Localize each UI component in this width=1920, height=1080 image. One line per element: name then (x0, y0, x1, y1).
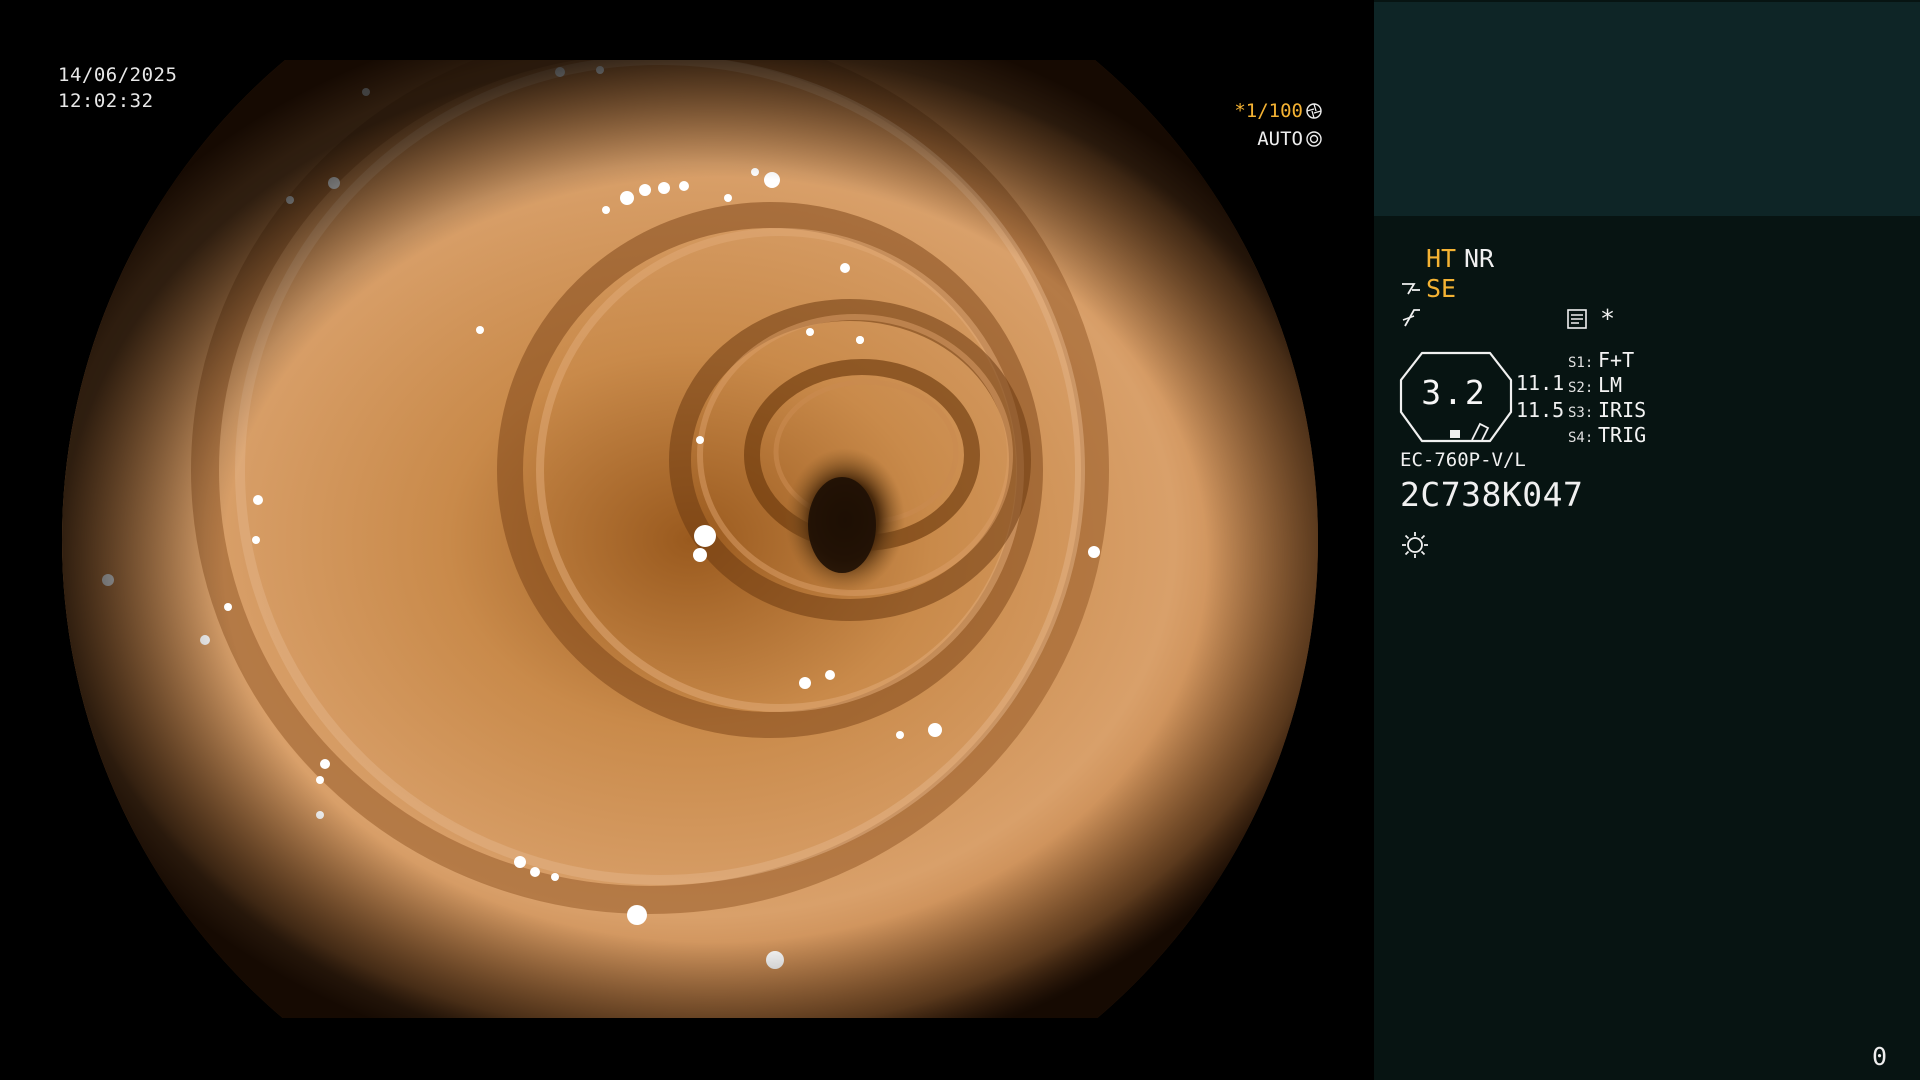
endoscope-image (62, 60, 1318, 1018)
pressure-value-1: 11.1 (1516, 371, 1565, 395)
shutter-readout: *1/100 (1234, 102, 1322, 121)
scope-serial: 2C738K047 (1400, 475, 1584, 514)
switch-slot-3: S3: IRIS (1568, 400, 1646, 420)
exposure-value: AUTO (1257, 128, 1303, 150)
scope-model: EC-760P-V/L (1400, 449, 1526, 471)
image-counter: 0 (1872, 1042, 1888, 1071)
zoom-value: 3.2 (1421, 373, 1487, 412)
endoscope-view: 14/06/2025 12:02:32 *1/100 AUTO (0, 0, 1374, 1080)
air-water-icon (1402, 283, 1420, 295)
time-readout: 12:02:32 (58, 90, 154, 112)
slot-key: S4: (1568, 430, 1594, 446)
mode-nr-label: NR (1464, 244, 1495, 273)
info-header-block (1374, 2, 1920, 216)
iris-icon (1306, 131, 1322, 147)
mode-ht-label: HT (1426, 244, 1457, 273)
pressure-value-2: 11.5 (1516, 398, 1565, 422)
slot-value: TRIG (1598, 423, 1647, 447)
enhance-icon (1402, 309, 1420, 327)
slot-value: F+T (1598, 348, 1635, 372)
switch-slot-1: S1: F+T (1568, 350, 1634, 370)
exposure-readout: AUTO (1257, 130, 1322, 149)
slot-key: S1: (1568, 355, 1594, 371)
slot-value: IRIS (1598, 398, 1647, 422)
shutter-value: *1/100 (1234, 100, 1303, 122)
memo-icon (1567, 309, 1587, 329)
date-readout: 14/06/2025 (58, 64, 178, 86)
slot-value: LM (1598, 373, 1623, 397)
aperture-icon (1306, 103, 1322, 119)
switch-slot-4: S4: TRIG (1568, 425, 1646, 445)
info-panel: HT NR SE * 3.2 11.1 11.5 S1:F+T S2:LM (1374, 0, 1920, 1080)
switch-slot-2: S2: LM (1568, 375, 1622, 395)
slot-key: S3: (1568, 405, 1594, 421)
endoscopy-monitor: 14/06/2025 12:02:32 *1/100 AUTO HT NR SE (0, 0, 1920, 1080)
mode-se-label: SE (1426, 274, 1457, 303)
slot-key: S2: (1568, 380, 1594, 396)
memo-star: * (1600, 304, 1616, 333)
light-source-icon (1402, 532, 1428, 558)
